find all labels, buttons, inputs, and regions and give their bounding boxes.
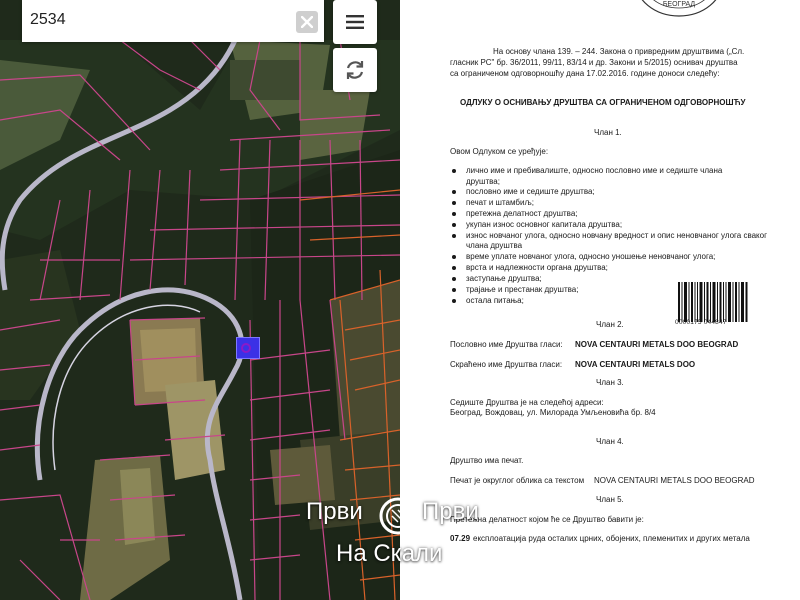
article-2-title: Члан 2. bbox=[596, 320, 624, 329]
intro-line-1: На основу члана 139. – 244. Закона о при… bbox=[493, 47, 745, 56]
menu-button[interactable] bbox=[333, 0, 377, 44]
article-3-line-1: Седиште Друштва је на следећој адреси: bbox=[450, 398, 604, 407]
document-heading: ОДЛУКУ О ОСНИВАЊУ ДРУШТВА СА ОГРАНИЧЕНОМ… bbox=[460, 98, 746, 107]
article-2-line-2-value: NOVA CENTAURI METALS DOO bbox=[575, 360, 696, 369]
intro-line-3: са ограниченом одговорношћу дана 17.02.2… bbox=[450, 69, 720, 78]
article-4-line-1: Друштво има печат. bbox=[450, 456, 524, 465]
article-5-description: експлоатација руда осталих црних, обојен… bbox=[473, 534, 750, 543]
close-icon bbox=[301, 16, 313, 28]
list-item: укупан износ основног капитала друштва; bbox=[450, 220, 790, 231]
barcode-number: 0000175 044847 bbox=[675, 319, 727, 326]
article-1-text: Овом Одлуком се уређује: bbox=[450, 147, 549, 156]
refresh-button[interactable] bbox=[333, 48, 377, 92]
list-item: износ новчаног улога, односно новчану вр… bbox=[450, 231, 776, 252]
intro-line-2: гласник РС" бр. 36/2011, 99/11, 83/14 и … bbox=[450, 58, 738, 67]
watermark: Први Први На Скали bbox=[306, 494, 486, 574]
round-stamp: БЕОГРАД bbox=[641, 0, 717, 17]
article-2-line-2-label: Скраћено име Друштва гласи: bbox=[450, 360, 563, 369]
ring-logo-icon bbox=[379, 497, 417, 535]
search-input[interactable] bbox=[22, 0, 282, 40]
list-item: време уплате новчаног улога, односно уно… bbox=[450, 252, 790, 263]
article-2-line-1-value: NOVA CENTAURI METALS DOO BEOGRAD bbox=[575, 340, 739, 349]
parcel-marker[interactable] bbox=[236, 337, 260, 359]
clear-search-button[interactable] bbox=[296, 11, 318, 33]
article-4-title: Члан 4. bbox=[596, 437, 624, 446]
article-3-title: Члан 3. bbox=[596, 378, 624, 387]
watermark-word-left: Први bbox=[306, 498, 363, 525]
article-5-title: Члан 5. bbox=[596, 495, 624, 504]
article-4-line-2-label: Печат је округлог облика са текстом bbox=[450, 476, 585, 485]
parcel-marker-icon bbox=[241, 343, 251, 353]
refresh-icon bbox=[346, 61, 364, 79]
list-item: врста и надлежности органа друштва; bbox=[450, 263, 790, 274]
list-item: лично име и пребивалиште, односно послов… bbox=[450, 166, 756, 187]
list-item: претежна делатност друштва; bbox=[450, 209, 790, 220]
article-4-line-2-value: NOVA CENTAURI METALS DOO BEOGRAD bbox=[594, 476, 755, 485]
article-3-line-2: Београд, Вождовац, ул. Милорада Умљенови… bbox=[450, 408, 656, 417]
watermark-word-bottom: На Скали bbox=[336, 540, 443, 567]
hamburger-menu-icon bbox=[346, 15, 364, 29]
article-2-line-1-label: Пословно име Друштва гласи: bbox=[450, 340, 563, 349]
list-item: печат и штамбиљ; bbox=[450, 198, 790, 209]
search-bar bbox=[22, 0, 324, 42]
svg-text:БЕОГРАД: БЕОГРАД bbox=[663, 1, 696, 8]
article-1-title: Члан 1. bbox=[594, 128, 622, 137]
list-item: пословно име и седиште друштва; bbox=[450, 187, 790, 198]
watermark-word-right: Први bbox=[422, 498, 479, 525]
